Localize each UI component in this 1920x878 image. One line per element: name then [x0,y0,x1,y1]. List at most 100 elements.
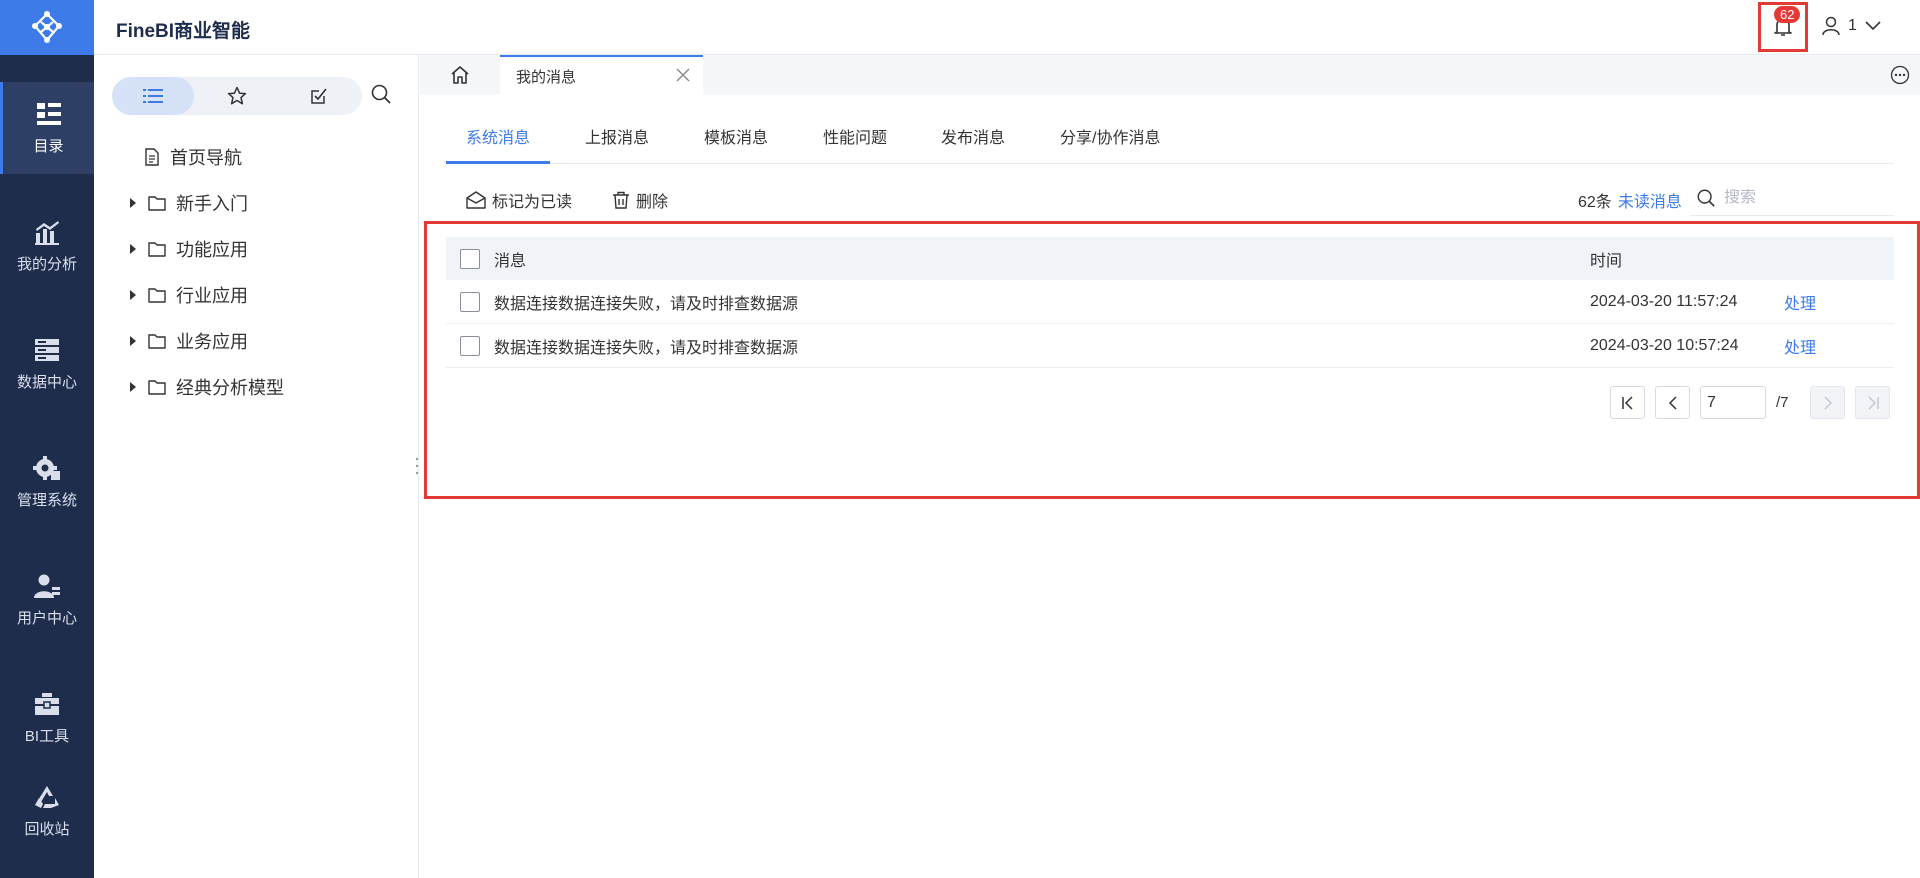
tab-share-messages[interactable]: 分享/协作消息 [1060,124,1160,164]
message-table: 消息 时间 数据连接数据连接失败，请及时排查数据源 2024-03-20 11:… [446,237,1894,368]
app-logo[interactable] [0,0,94,55]
recycle-icon [35,785,59,808]
tab-list-view[interactable] [112,77,194,115]
nav-item-analysis[interactable]: 我的分析 [0,200,94,292]
folder-icon [148,333,166,349]
tree-item-features[interactable]: 功能应用 [124,234,248,264]
table-row: 数据连接数据连接失败，请及时排查数据源 2024-03-20 10:57:24 … [446,324,1894,368]
tree-item-industry[interactable]: 行业应用 [124,280,248,310]
checkbox-edit-icon [311,88,327,104]
prev-page-button[interactable] [1655,386,1690,419]
tree-item-label: 业务应用 [176,332,248,352]
caret-right-icon[interactable] [124,382,142,392]
tree-item-business[interactable]: 业务应用 [124,326,248,356]
row-checkbox[interactable] [460,291,480,312]
message-search [1690,180,1894,216]
nav-label: 我的分析 [16,255,77,273]
more-options-icon[interactable] [1890,65,1910,85]
message-text: 数据连接数据连接失败，请及时排查数据源 [494,295,799,313]
tab-my-messages[interactable]: 我的消息 [500,55,703,95]
toolbox-icon [35,692,59,715]
last-page-button[interactable] [1855,386,1890,419]
table-row: 数据连接数据连接失败，请及时排查数据源 2024-03-20 11:57:24 … [446,280,1894,324]
nav-item-recycle[interactable]: 回收站 [0,765,94,857]
app-title: FineBI商业智能 [116,21,251,42]
pagination: /7 [1610,386,1890,419]
nav-item-catalog[interactable]: 目录 [0,82,94,174]
caret-right-icon[interactable] [124,244,142,254]
folder-icon [148,241,166,257]
gear-icon [33,455,60,480]
message-time: 2024-03-20 10:57:24 [1590,336,1739,354]
home-icon [451,66,469,84]
tree-item-label: 功能应用 [176,240,248,260]
handle-link[interactable]: 处理 [1784,290,1816,314]
tree-item-home-nav[interactable]: 首页导航 [138,142,242,172]
search-icon [371,84,391,104]
caret-right-icon[interactable] [124,290,142,300]
handle-link[interactable]: 处理 [1784,334,1816,358]
catalog-icon [36,102,61,125]
message-toolbar: 标记为已读 删除 [466,188,668,212]
analysis-icon [35,220,59,245]
nav-item-data-center[interactable]: 数据中心 [0,318,94,410]
tree-item-label: 经典分析模型 [176,378,284,398]
unread-filter-link[interactable]: 未读消息 [1618,188,1682,212]
tab-system-messages[interactable]: 系统消息 [446,124,551,164]
tab-performance-issues[interactable]: 性能问题 [823,124,887,164]
top-bar: FineBI商业智能 62 1 [94,0,1920,55]
folder-icon [148,287,166,303]
page-tab-bar: 我的消息 [420,55,1920,95]
delete-label: 删除 [636,194,669,211]
tree-item-getting-started[interactable]: 新手入门 [124,188,248,218]
page-total: /7 [1776,394,1789,411]
user-menu[interactable]: 1 [1822,16,1881,36]
home-tab[interactable] [420,55,500,95]
total-count: 62条 [1578,194,1612,211]
column-header-time: 时间 [1590,252,1623,270]
search-input[interactable] [1724,188,1884,207]
caret-right-icon[interactable] [124,336,142,346]
folder-icon [148,195,166,211]
first-page-button[interactable] [1610,386,1645,419]
document-icon [144,148,160,166]
caret-right-icon[interactable] [124,198,142,208]
last-page-icon [1867,395,1879,410]
column-header-message: 消息 [494,252,527,270]
data-center-icon [35,338,59,361]
tab-favorites[interactable] [196,77,278,115]
tab-template-messages[interactable]: 模板消息 [704,124,768,164]
tree-item-label: 首页导航 [170,148,242,168]
nav-item-bi-tools[interactable]: BI工具 [0,672,94,764]
envelope-open-icon [466,191,486,209]
mark-read-label: 标记为已读 [492,194,573,211]
trash-icon [613,191,630,209]
star-icon [227,86,247,105]
chevron-down-icon [1865,21,1881,31]
tab-checked[interactable] [278,77,360,115]
mark-read-button[interactable]: 标记为已读 [466,188,572,212]
panel-resize-handle[interactable] [415,456,419,476]
select-all-checkbox[interactable] [460,248,480,269]
catalog-panel: 首页导航 新手入门 功能应用 行业应用 业务应用 经典分析模型 [94,55,419,878]
next-page-button[interactable] [1810,386,1845,419]
nav-item-admin[interactable]: 管理系统 [0,436,94,528]
user-center-icon [34,574,60,598]
page-number-input[interactable] [1700,386,1766,419]
tab-report-messages[interactable]: 上报消息 [585,124,649,164]
message-count: 62条 未读消息 [1578,188,1682,212]
catalog-view-tabs [112,77,362,115]
catalog-search-button[interactable] [370,83,392,110]
nav-item-user-center[interactable]: 用户中心 [0,554,94,646]
close-icon[interactable] [675,67,691,83]
message-text: 数据连接数据连接失败，请及时排查数据源 [494,339,799,357]
user-icon [1822,16,1840,36]
message-category-tabs: 系统消息 上报消息 模板消息 性能问题 发布消息 分享/协作消息 [446,112,1894,164]
chevron-left-icon [1668,395,1677,410]
row-checkbox[interactable] [460,335,480,356]
delete-button[interactable]: 删除 [612,188,668,212]
search-icon [1697,189,1715,207]
tab-publish-messages[interactable]: 发布消息 [941,124,1005,164]
tab-label: 我的消息 [516,68,577,86]
tree-item-analysis-models[interactable]: 经典分析模型 [124,372,284,402]
